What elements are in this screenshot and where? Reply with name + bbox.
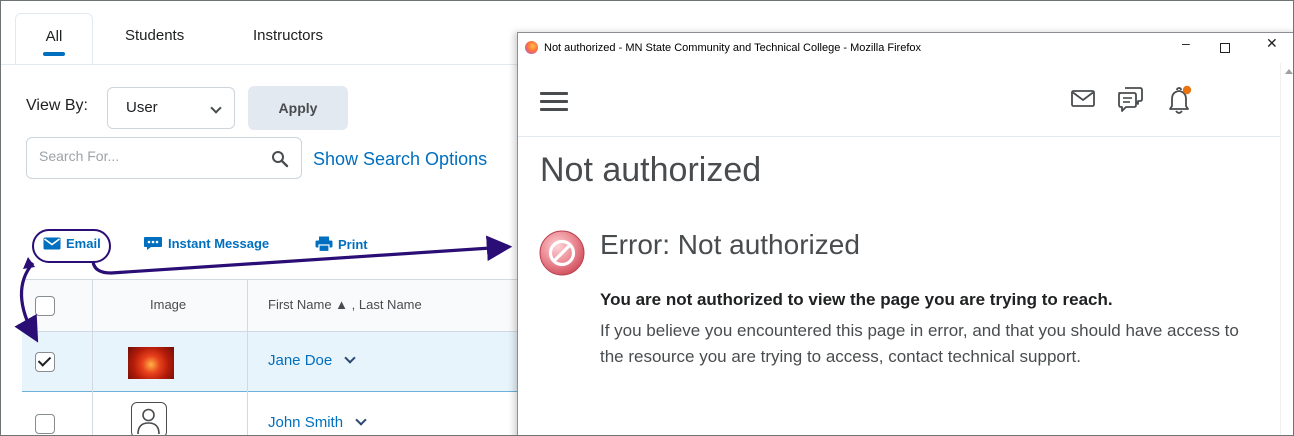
d2l-navbar	[518, 63, 1280, 137]
page-title: Not authorized	[540, 151, 762, 189]
firefox-logo-icon	[525, 41, 538, 54]
view-by-value: User	[126, 99, 158, 116]
forbidden-icon	[539, 230, 585, 276]
show-search-options-link[interactable]: Show Search Options	[313, 149, 487, 170]
chat-bubble-icon	[144, 237, 162, 250]
search-input[interactable]	[39, 148, 259, 164]
column-header-image: Image	[150, 297, 187, 312]
user-name: Jane Doe	[268, 352, 333, 369]
row-checkbox[interactable]	[35, 352, 55, 372]
error-body-message: If you believe you encountered this page…	[600, 321, 1239, 366]
user-name: John Smith	[268, 414, 344, 431]
table-row: Jane Doe	[22, 332, 522, 392]
mail-icon[interactable]	[1070, 85, 1096, 111]
view-by-label: View By:	[26, 97, 88, 114]
window-titlebar[interactable]: Not authorized - MN State Community and …	[518, 33, 1293, 63]
print-action[interactable]: Print	[315, 236, 368, 252]
tab-instructors[interactable]: Instructors	[253, 13, 323, 65]
table-header-row: Image First Name ▲ , Last Name	[22, 279, 522, 332]
vertical-scrollbar[interactable]	[1280, 63, 1293, 435]
error-bold-message: You are not authorized to view the page …	[600, 290, 1113, 309]
screenshot-frame: All Students Instructors View By: User A…	[0, 0, 1294, 436]
user-name-link[interactable]: John Smith	[268, 414, 367, 431]
user-photo	[128, 347, 174, 379]
row-checkbox[interactable]	[35, 414, 55, 434]
table-row: John Smith	[22, 392, 522, 435]
printer-icon	[315, 236, 333, 252]
tabs-divider	[1, 64, 521, 65]
chevron-down-icon[interactable]	[344, 352, 356, 364]
column-header-name[interactable]: First Name ▲ , Last Name	[268, 297, 422, 312]
tab-all-label: All	[45, 28, 63, 45]
firefox-window: Not authorized - MN State Community and …	[517, 32, 1293, 435]
search-icon[interactable]	[271, 150, 289, 168]
active-tab-indicator	[43, 52, 65, 56]
column-divider	[247, 279, 248, 435]
window-title: Not authorized - MN State Community and …	[544, 42, 922, 54]
search-box	[26, 137, 302, 179]
tab-all[interactable]: All	[15, 13, 93, 65]
error-heading: Error: Not authorized	[600, 229, 860, 260]
maximize-button[interactable]	[1220, 43, 1230, 53]
tab-students[interactable]: Students	[125, 13, 184, 65]
instant-message-action[interactable]: Instant Message	[143, 236, 269, 251]
discussions-icon[interactable]	[1116, 85, 1144, 115]
arrow-head-up	[23, 257, 35, 269]
minimize-button[interactable]: –	[1182, 35, 1190, 51]
instant-message-label: Instant Message	[168, 236, 270, 251]
select-all-checkbox[interactable]	[35, 296, 55, 316]
apply-button[interactable]: Apply	[248, 86, 348, 130]
chevron-down-icon	[210, 102, 222, 114]
view-by-select[interactable]: User	[107, 87, 235, 129]
user-name-link[interactable]: Jane Doe	[268, 352, 356, 369]
default-avatar-icon	[131, 402, 167, 435]
email-highlight-circle	[32, 229, 111, 263]
notification-bell-icon[interactable]	[1164, 85, 1194, 117]
hamburger-menu-icon[interactable]	[540, 92, 568, 111]
column-divider	[92, 279, 93, 435]
close-button[interactable]: ✕	[1266, 35, 1278, 52]
scroll-up-arrow-icon[interactable]	[1285, 69, 1293, 74]
chevron-down-icon[interactable]	[355, 414, 367, 426]
print-label: Print	[338, 236, 368, 252]
